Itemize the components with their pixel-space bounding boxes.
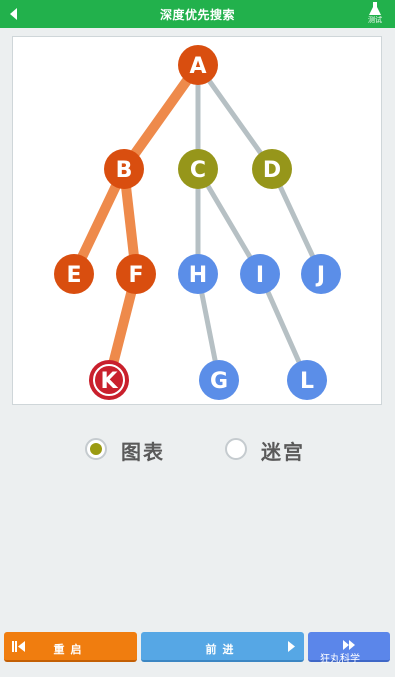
- top-bar: 深度优先搜索 测试: [0, 0, 395, 28]
- node-label: J: [315, 263, 325, 288]
- node-label: F: [128, 263, 143, 288]
- mode-selector: 图表 迷宫: [0, 432, 395, 466]
- node-I[interactable]: I: [240, 254, 280, 294]
- page-title: 深度优先搜索: [159, 8, 235, 22]
- node-L[interactable]: L: [287, 360, 327, 400]
- graph-canvas: A B C D E F H I J K G L: [54, 45, 341, 400]
- node-label: E: [66, 263, 81, 288]
- watermark: 狂丸科学: [320, 654, 360, 665]
- node-A[interactable]: A: [178, 45, 218, 85]
- test-button[interactable]: 测试: [363, 2, 387, 26]
- flask-icon: [369, 2, 381, 15]
- test-label: 测试: [368, 16, 382, 24]
- node-C[interactable]: C: [178, 149, 218, 189]
- node-H[interactable]: H: [178, 254, 218, 294]
- node-label: B: [116, 158, 133, 183]
- node-F[interactable]: F: [116, 254, 156, 294]
- graph-panel: A B C D E F H I J K G L: [12, 36, 382, 405]
- node-label: A: [189, 54, 206, 79]
- node-label: C: [190, 158, 206, 183]
- node-label: L: [300, 369, 314, 394]
- radio-unselected-icon: [225, 438, 247, 460]
- node-J[interactable]: J: [301, 254, 341, 294]
- node-E[interactable]: E: [54, 254, 94, 294]
- node-G[interactable]: G: [199, 360, 239, 400]
- node-label: H: [189, 263, 207, 288]
- node-label: K: [100, 369, 118, 394]
- node-label: I: [256, 263, 264, 288]
- node-label: G: [210, 369, 228, 394]
- node-D[interactable]: D: [252, 149, 292, 189]
- next-label: 前进: [205, 643, 240, 656]
- mode-option-label: 图表: [121, 440, 165, 464]
- fast-forward-icon: [343, 640, 355, 650]
- play-icon: [288, 641, 295, 652]
- mode-option-label: 迷宫: [261, 440, 305, 464]
- node-K[interactable]: K: [89, 360, 129, 400]
- node-label: D: [263, 158, 281, 183]
- reset-label: 重启: [53, 643, 88, 656]
- next-button[interactable]: 前进: [141, 632, 304, 662]
- reset-button[interactable]: 重启: [4, 632, 137, 662]
- node-B[interactable]: B: [104, 149, 144, 189]
- radio-selected-icon: [85, 438, 107, 460]
